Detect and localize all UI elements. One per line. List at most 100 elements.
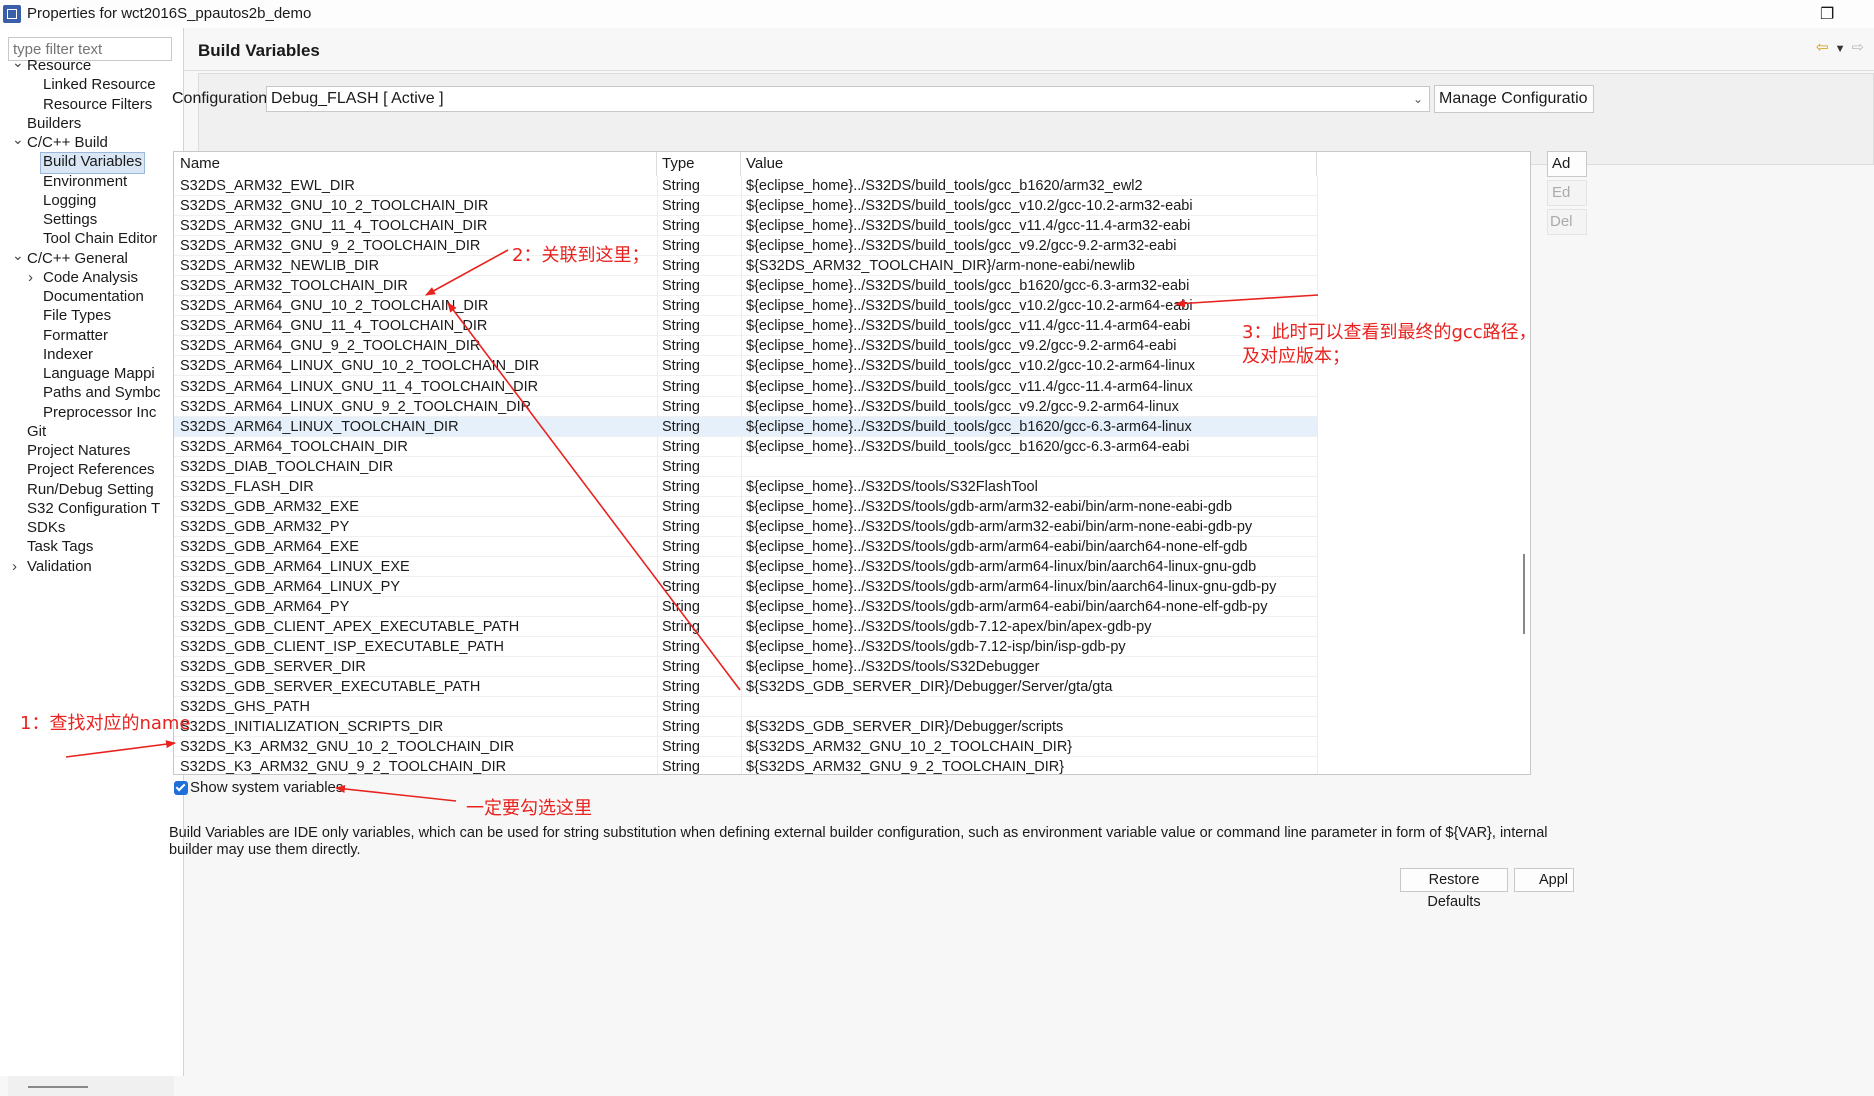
tree-item-documentation[interactable]: Documentation bbox=[43, 287, 144, 307]
table-row[interactable]: S32DS_GDB_ARM64_EXE String ${eclipse_home}… bbox=[174, 537, 1317, 557]
table-row[interactable]: S32DS_ARM64_GNU_10_2_TOOLCHAIN_DIR String… bbox=[174, 296, 1317, 317]
table-row[interactable]: S32DS_GDB_ARM64_LINUX_EXE String ${eclipse… bbox=[174, 557, 1317, 577]
cell-value: ${S32DS_GDB_SERVER_DIR}/Debugger/scripts bbox=[746, 719, 1064, 736]
tree-item-environment[interactable]: Environment bbox=[43, 172, 127, 192]
cell-type: String bbox=[662, 418, 700, 435]
table-row[interactable]: S32DS_INITIALIZATION_SCRIPTS_DIR String ${… bbox=[174, 717, 1317, 738]
table-row[interactable]: S32DS_GDB_SERVER_EXECUTABLE_PATH String ${… bbox=[174, 677, 1317, 698]
show-system-variables-label[interactable]: Show system variables bbox=[190, 779, 343, 796]
tree-item-logging[interactable]: Logging bbox=[43, 191, 96, 211]
annotation-must-check: 一定要勾选这里 bbox=[466, 798, 592, 819]
chevron-down-icon[interactable]: ⌄ bbox=[12, 245, 24, 265]
table-row[interactable]: S32DS_ARM32_GNU_9_2_TOOLCHAIN_DIR String $… bbox=[174, 236, 1317, 257]
annotation-find-name: 1：查找对应的name bbox=[20, 713, 191, 734]
tree-item-sdks[interactable]: SDKs bbox=[27, 518, 65, 538]
chevron-down-icon[interactable]: ⌄ bbox=[12, 129, 24, 149]
restore-defaults-button[interactable]: Restore Defaults bbox=[1400, 868, 1508, 910]
tree-item-task-tags[interactable]: Task Tags bbox=[27, 537, 93, 557]
cell-name: S32DS_GDB_CLIENT_ISP_EXECUTABLE_PATH bbox=[180, 639, 504, 656]
tree-item-formatter[interactable]: Formatter bbox=[43, 326, 108, 346]
table-row[interactable]: S32DS_GHS_PATH String bbox=[174, 697, 1317, 718]
table-scrollbar[interactable] bbox=[1518, 152, 1530, 774]
tree-item-label: Builders bbox=[27, 114, 82, 132]
tree-item-project-natures[interactable]: Project Natures bbox=[27, 441, 130, 461]
back-arrow-icon[interactable]: ⇦ bbox=[1816, 39, 1829, 56]
configuration-label: Configuration: bbox=[172, 90, 272, 107]
tree-item-s32-configuration-t[interactable]: S32 Configuration T bbox=[27, 499, 160, 519]
table-row[interactable]: S32DS_FLASH_DIR String ${eclipse_home}../S… bbox=[174, 477, 1317, 497]
cell-name: S32DS_DIAB_TOOLCHAIN_DIR bbox=[180, 458, 394, 475]
tree-item-file-types[interactable]: File Types bbox=[43, 306, 111, 326]
delete-button[interactable]: Del bbox=[1547, 209, 1587, 235]
tree-item-builders[interactable]: Builders bbox=[27, 114, 81, 134]
tree-item-validation[interactable]: › Validation bbox=[12, 557, 92, 577]
tree-item-label: Documentation bbox=[43, 288, 144, 305]
cell-value: ${eclipse_home}../S32DS/build_tools/gcc_… bbox=[746, 318, 1191, 335]
table-row[interactable]: S32DS_ARM32_GNU_11_4_TOOLCHAIN_DIR String… bbox=[174, 216, 1317, 237]
dropdown-icon[interactable]: ▼ bbox=[1835, 43, 1846, 55]
tree-item-git[interactable]: Git bbox=[27, 422, 46, 442]
table-row[interactable]: S32DS_K3_ARM32_GNU_10_2_TOOLCHAIN_DIR Str… bbox=[174, 737, 1317, 758]
tree-item-label: Environment bbox=[43, 172, 128, 190]
column-header-type[interactable]: Type bbox=[657, 152, 741, 176]
cell-name: S32DS_ARM64_GNU_10_2_TOOLCHAIN_DIR bbox=[180, 298, 489, 315]
sidebar-scrollbar[interactable] bbox=[8, 1076, 174, 1096]
cell-value: ${eclipse_home}../S32DS/tools/gdb-7.12-a… bbox=[746, 619, 1152, 636]
restore-window-icon[interactable]: ❐ bbox=[1820, 4, 1834, 24]
scroll-thumb[interactable] bbox=[1523, 554, 1525, 634]
chevron-right-icon[interactable]: › bbox=[28, 268, 33, 288]
tree-item-language-mappi[interactable]: Language Mappi bbox=[43, 364, 155, 384]
table-row[interactable]: S32DS_ARM64_TOOLCHAIN_DIR String ${eclipse… bbox=[174, 437, 1317, 457]
add-button[interactable]: Ad bbox=[1547, 151, 1587, 177]
table-row[interactable]: S32DS_GDB_ARM64_PY String ${eclipse_home}.… bbox=[174, 597, 1317, 618]
table-row[interactable]: S32DS_DIAB_TOOLCHAIN_DIR String bbox=[174, 457, 1317, 477]
table-row[interactable]: S32DS_ARM64_GNU_9_2_TOOLCHAIN_DIR String $… bbox=[174, 336, 1317, 357]
table-row[interactable]: S32DS_ARM32_NEWLIB_DIR String ${S32DS_ARM3… bbox=[174, 256, 1317, 277]
tree-item-linked-resource[interactable]: Linked Resource bbox=[43, 75, 156, 95]
table-row[interactable]: S32DS_ARM64_LINUX_GNU_10_2_TOOLCHAIN_DIR… bbox=[174, 356, 1317, 377]
table-row[interactable]: S32DS_GDB_ARM32_PY String ${eclipse_home}.… bbox=[174, 517, 1317, 537]
chevron-down-icon[interactable]: ⌄ bbox=[12, 52, 24, 72]
table-row[interactable]: S32DS_ARM32_EWL_DIR String ${eclipse_home}… bbox=[174, 176, 1317, 197]
cell-value: ${eclipse_home}../S32DS/tools/gdb-7.12-i… bbox=[746, 639, 1126, 656]
table-row[interactable]: S32DS_ARM32_GNU_10_2_TOOLCHAIN_DIR String… bbox=[174, 196, 1317, 217]
configuration-select[interactable]: Debug_FLASH [ Active ] ⌄ bbox=[266, 86, 1430, 112]
table-row[interactable]: S32DS_GDB_ARM64_LINUX_PY String ${eclipse_… bbox=[174, 577, 1317, 598]
tree-item-c-c-build[interactable]: ⌄ C/C++ Build bbox=[12, 131, 108, 153]
scroll-thumb[interactable] bbox=[28, 1086, 88, 1088]
tree-item-settings[interactable]: Settings bbox=[43, 210, 97, 230]
chevron-right-icon[interactable]: › bbox=[12, 557, 17, 577]
tree-item-project-references[interactable]: Project References bbox=[27, 460, 155, 480]
tree-item-tool-chain-editor[interactable]: Tool Chain Editor bbox=[43, 229, 157, 249]
cell-value: ${S32DS_ARM32_GNU_10_2_TOOLCHAIN_DIR} bbox=[746, 739, 1073, 756]
tree-item-resource[interactable]: ⌄ Resource bbox=[12, 54, 91, 76]
edit-button[interactable]: Ed bbox=[1547, 180, 1587, 206]
table-row[interactable]: S32DS_ARM64_LINUX_TOOLCHAIN_DIR String ${e… bbox=[174, 416, 1317, 437]
column-header-name[interactable]: Name bbox=[174, 152, 657, 176]
table-row[interactable]: S32DS_ARM64_LINUX_GNU_9_2_TOOLCHAIN_DIR S… bbox=[174, 397, 1317, 417]
tree-item-preprocessor-inc[interactable]: Preprocessor Inc bbox=[43, 403, 156, 423]
table-row[interactable]: S32DS_GDB_CLIENT_ISP_EXECUTABLE_PATH Stri… bbox=[174, 637, 1317, 658]
tree-item-paths-and-symbc[interactable]: Paths and Symbc bbox=[43, 383, 161, 403]
tree-item-label: Run/Debug Setting bbox=[27, 480, 154, 498]
table-row[interactable]: S32DS_GDB_ARM32_EXE String ${eclipse_home}… bbox=[174, 497, 1317, 517]
tree-item-label: Project References bbox=[27, 461, 155, 479]
tree-item-run-debug-setting[interactable]: Run/Debug Setting bbox=[27, 480, 154, 500]
table-row[interactable]: S32DS_GDB_SERVER_DIR String ${eclipse_home… bbox=[174, 657, 1317, 678]
cell-name: S32DS_ARM64_TOOLCHAIN_DIR bbox=[180, 438, 408, 455]
tree-item-indexer[interactable]: Indexer bbox=[43, 345, 93, 365]
cell-name: S32DS_K3_ARM32_GNU_9_2_TOOLCHAIN_DIR bbox=[180, 759, 507, 775]
forward-arrow-icon[interactable]: ⇨ bbox=[1851, 39, 1864, 56]
table-row[interactable]: S32DS_K3_ARM32_GNU_9_2_TOOLCHAIN_DIR Stri… bbox=[174, 757, 1317, 775]
table-row[interactable]: S32DS_GDB_CLIENT_APEX_EXECUTABLE_PATH Str… bbox=[174, 617, 1317, 638]
table-row[interactable]: S32DS_ARM32_TOOLCHAIN_DIR String ${eclipse… bbox=[174, 276, 1317, 297]
table-row[interactable]: S32DS_ARM64_GNU_11_4_TOOLCHAIN_DIR String… bbox=[174, 316, 1317, 337]
table-row[interactable]: S32DS_ARM64_LINUX_GNU_11_4_TOOLCHAIN_DIR… bbox=[174, 377, 1317, 397]
apply-button[interactable]: Appl bbox=[1514, 868, 1574, 892]
column-header-value[interactable]: Value bbox=[741, 152, 1317, 176]
tree-item-resource-filters[interactable]: Resource Filters bbox=[43, 95, 152, 115]
manage-configurations-button[interactable]: Manage Configuratio bbox=[1434, 85, 1594, 113]
tree-item-c-c-general[interactable]: ⌄ C/C++ General bbox=[12, 247, 128, 269]
show-system-variables-checkbox[interactable] bbox=[174, 781, 188, 795]
tree-item-code-analysis[interactable]: › Code Analysis bbox=[28, 268, 138, 288]
